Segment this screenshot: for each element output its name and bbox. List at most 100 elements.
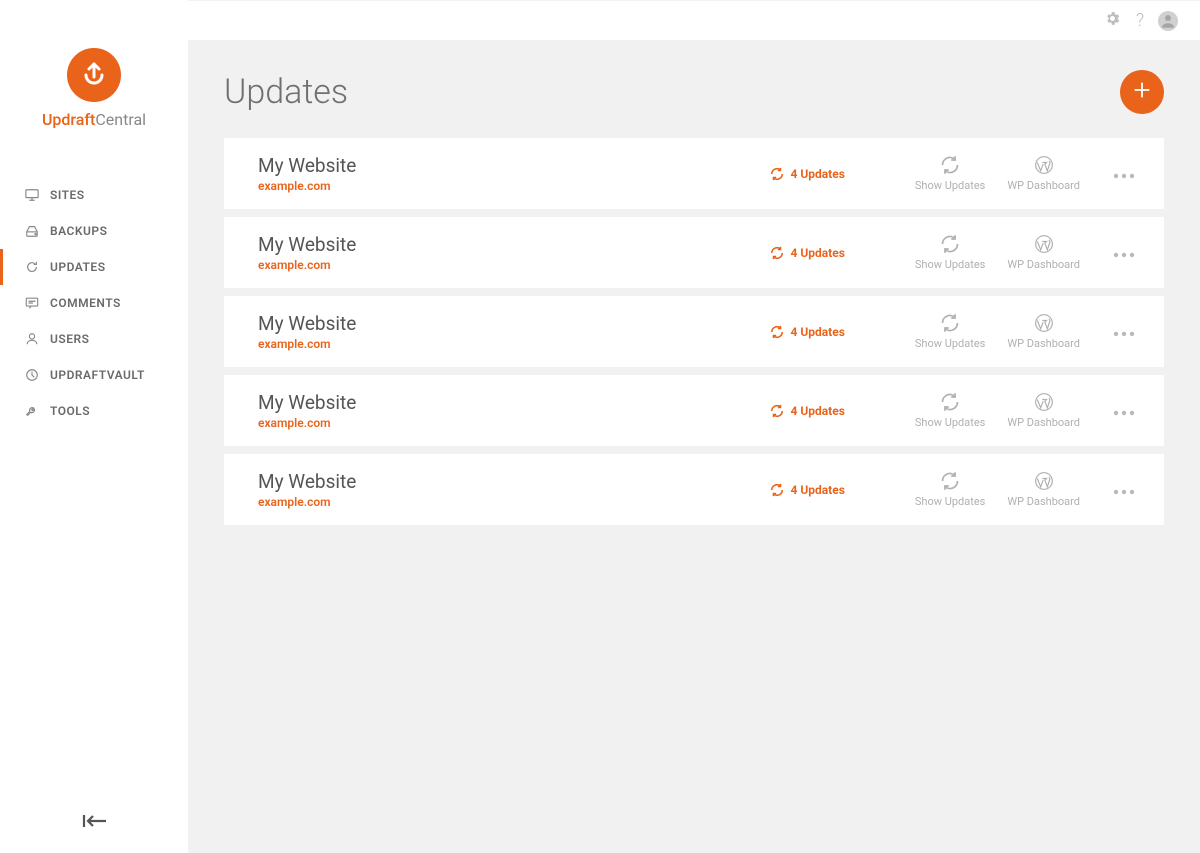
site-info: My Website example.com [258, 391, 770, 430]
nav-label: COMMENTS [50, 296, 121, 310]
updates-count: 4 Updates [790, 404, 844, 418]
site-card: My Website example.com 4 Updates Show Up… [224, 217, 1164, 288]
show-updates-button[interactable]: Show Updates [915, 392, 985, 429]
site-card: My Website example.com 4 Updates Show Up… [224, 375, 1164, 446]
gear-icon [1104, 10, 1121, 31]
updates-badge[interactable]: 4 Updates [770, 404, 844, 418]
action-label: Show Updates [915, 495, 985, 508]
site-card: My Website example.com 4 Updates Show Up… [224, 296, 1164, 367]
sidebar: UpdraftCentral SITES BACKUPS UPDATES [0, 0, 188, 853]
drive-icon [24, 223, 40, 239]
wordpress-icon [1034, 155, 1054, 175]
logo: UpdraftCentral [0, 0, 188, 159]
wordpress-icon [1034, 471, 1054, 491]
logo-icon [67, 48, 121, 102]
action-label: WP Dashboard [1007, 337, 1080, 350]
vault-icon [24, 367, 40, 383]
updates-count: 4 Updates [790, 167, 844, 181]
nav-label: BACKUPS [50, 224, 107, 238]
wp-dashboard-button[interactable]: WP Dashboard [1007, 313, 1080, 350]
updates-count: 4 Updates [790, 483, 844, 497]
topbar: ? [188, 0, 1200, 40]
sidebar-item-updates[interactable]: UPDATES [0, 249, 188, 285]
refresh-icon [940, 471, 960, 491]
site-domain[interactable]: example.com [258, 337, 770, 351]
site-domain[interactable]: example.com [258, 495, 770, 509]
updates-badge[interactable]: 4 Updates [770, 246, 844, 260]
more-options-button[interactable] [1112, 480, 1136, 499]
nav-label: TOOLS [50, 404, 90, 418]
sidebar-item-tools[interactable]: TOOLS [0, 393, 188, 429]
more-options-button[interactable] [1112, 322, 1136, 341]
wrench-icon [24, 403, 40, 419]
collapse-sidebar-button[interactable] [80, 811, 110, 835]
site-info: My Website example.com [258, 233, 770, 272]
more-options-button[interactable] [1112, 164, 1136, 183]
updates-badge[interactable]: 4 Updates [770, 167, 844, 181]
settings-button[interactable] [1102, 11, 1122, 31]
page-header: Updates [188, 40, 1200, 138]
wordpress-icon [1034, 234, 1054, 254]
site-info: My Website example.com [258, 154, 770, 193]
refresh-icon [770, 404, 784, 418]
nav-label: UPDRAFTVAULT [50, 368, 145, 382]
action-label: WP Dashboard [1007, 258, 1080, 271]
show-updates-button[interactable]: Show Updates [915, 155, 985, 192]
refresh-icon [770, 483, 784, 497]
nav: SITES BACKUPS UPDATES COMMENTS USERS [0, 159, 188, 429]
sidebar-item-backups[interactable]: BACKUPS [0, 213, 188, 249]
site-name: My Website [258, 233, 770, 256]
updates-count: 4 Updates [790, 246, 844, 260]
wp-dashboard-button[interactable]: WP Dashboard [1007, 234, 1080, 271]
show-updates-button[interactable]: Show Updates [915, 471, 985, 508]
more-icon [1112, 480, 1136, 499]
sidebar-item-users[interactable]: USERS [0, 321, 188, 357]
action-label: WP Dashboard [1007, 495, 1080, 508]
updates-badge[interactable]: 4 Updates [770, 483, 844, 497]
action-label: Show Updates [915, 179, 985, 192]
add-button[interactable] [1120, 70, 1164, 114]
user-avatar[interactable] [1158, 11, 1178, 31]
action-label: WP Dashboard [1007, 179, 1080, 192]
wp-dashboard-button[interactable]: WP Dashboard [1007, 392, 1080, 429]
more-options-button[interactable] [1112, 401, 1136, 420]
help-button[interactable]: ? [1130, 11, 1150, 31]
more-icon [1112, 401, 1136, 420]
refresh-icon [940, 392, 960, 412]
updates-badge[interactable]: 4 Updates [770, 325, 844, 339]
help-icon: ? [1136, 10, 1144, 31]
more-icon [1112, 164, 1136, 183]
action-label: WP Dashboard [1007, 416, 1080, 429]
show-updates-button[interactable]: Show Updates [915, 234, 985, 271]
wordpress-icon [1034, 313, 1054, 333]
wp-dashboard-button[interactable]: WP Dashboard [1007, 471, 1080, 508]
site-card: My Website example.com 4 Updates Show Up… [224, 138, 1164, 209]
sidebar-item-comments[interactable]: COMMENTS [0, 285, 188, 321]
sidebar-item-updraftvault[interactable]: UPDRAFTVAULT [0, 357, 188, 393]
sidebar-item-sites[interactable]: SITES [0, 177, 188, 213]
site-name: My Website [258, 154, 770, 177]
more-icon [1112, 322, 1136, 341]
more-options-button[interactable] [1112, 243, 1136, 262]
main: ? Updates My Website example.com 4 Updat… [188, 0, 1200, 853]
site-name: My Website [258, 470, 770, 493]
plus-icon [1131, 79, 1153, 105]
refresh-icon [770, 325, 784, 339]
action-label: Show Updates [915, 258, 985, 271]
show-updates-button[interactable]: Show Updates [915, 313, 985, 350]
updates-count: 4 Updates [790, 325, 844, 339]
wp-dashboard-button[interactable]: WP Dashboard [1007, 155, 1080, 192]
site-domain[interactable]: example.com [258, 416, 770, 430]
nav-label: USERS [50, 332, 89, 346]
refresh-icon [940, 313, 960, 333]
site-domain[interactable]: example.com [258, 258, 770, 272]
logo-word2: Central [95, 110, 146, 129]
site-name: My Website [258, 312, 770, 335]
site-list: My Website example.com 4 Updates Show Up… [188, 138, 1200, 533]
wordpress-icon [1034, 392, 1054, 412]
action-label: Show Updates [915, 416, 985, 429]
site-info: My Website example.com [258, 470, 770, 509]
refresh-icon [940, 234, 960, 254]
more-icon [1112, 243, 1136, 262]
site-domain[interactable]: example.com [258, 179, 770, 193]
